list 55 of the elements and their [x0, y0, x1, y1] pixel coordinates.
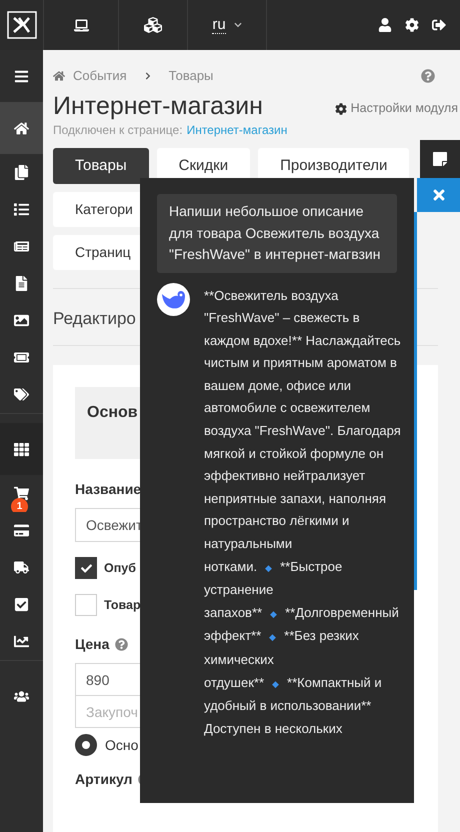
settings-link[interactable]: Настройки модуля: [334, 99, 458, 118]
sidebar-item[interactable]: [0, 102, 43, 154]
breadcrumb-link[interactable]: Товары: [168, 66, 214, 86]
page-link[interactable]: Интернет-магазин: [186, 121, 288, 139]
whale-avatar-icon: [157, 282, 190, 316]
logout-icon[interactable]: [432, 18, 446, 32]
image-icon: [14, 313, 29, 328]
list-icon: [14, 202, 29, 217]
checkbox[interactable]: [75, 557, 97, 579]
laptop-icon: [74, 18, 88, 32]
section-title: Редактиро: [53, 308, 136, 330]
logo-icon: [6, 11, 36, 39]
chevron-icon: [144, 72, 152, 80]
menu-icon: [14, 68, 29, 84]
truck-icon: [14, 560, 29, 575]
cart-icon: [14, 486, 29, 501]
help-icon[interactable]: [421, 69, 435, 83]
users-icon: [14, 688, 29, 704]
document-icon: [14, 276, 29, 291]
checkbox[interactable]: [75, 594, 97, 616]
chart-icon: [14, 634, 29, 649]
field-label: Артикул: [75, 770, 132, 789]
sidebar-item[interactable]: [0, 423, 43, 475]
checkbox-icon: [14, 597, 29, 612]
notes-button[interactable]: [420, 140, 460, 178]
grid-icon: [14, 442, 29, 456]
radio-button[interactable]: [75, 734, 97, 756]
prompt-message: Напиши небольшое описание для товара Освежитель воздуха "FreshWave" в интернет-магвзин: [157, 194, 397, 272]
cubes-icon: [144, 16, 162, 34]
language-dropdown[interactable]: ru: [187, 0, 267, 50]
home-icon: [53, 70, 65, 82]
help-icon[interactable]: [115, 638, 128, 651]
chevron-icon: [234, 21, 242, 29]
ticket-icon: [14, 350, 29, 365]
credit-card-icon: [14, 523, 29, 538]
tags-icon: [14, 387, 29, 402]
close-button[interactable]: [417, 178, 460, 212]
field-label: Цена: [75, 635, 110, 654]
page-title: Интернет-магазин: [53, 91, 263, 121]
tab[interactable]: Товары: [53, 148, 149, 184]
breadcrumb-link[interactable]: События: [73, 66, 127, 86]
note-icon: [432, 151, 448, 167]
radio-label: Осно: [105, 736, 138, 754]
home-icon: [14, 120, 29, 136]
copy-icon: [14, 165, 29, 180]
settings-icon[interactable]: [405, 18, 419, 32]
close-icon: [430, 187, 446, 203]
newspaper-icon: [14, 239, 29, 254]
check-icon: [80, 562, 92, 574]
checkbox-label: Опуб: [104, 560, 136, 577]
user-icon[interactable]: [378, 18, 392, 32]
field-label: Название: [75, 480, 142, 499]
subtitle-label: Подключен к странице:: [53, 122, 183, 139]
gear-icon: [334, 102, 347, 115]
checkbox-label: Товар: [104, 596, 141, 614]
